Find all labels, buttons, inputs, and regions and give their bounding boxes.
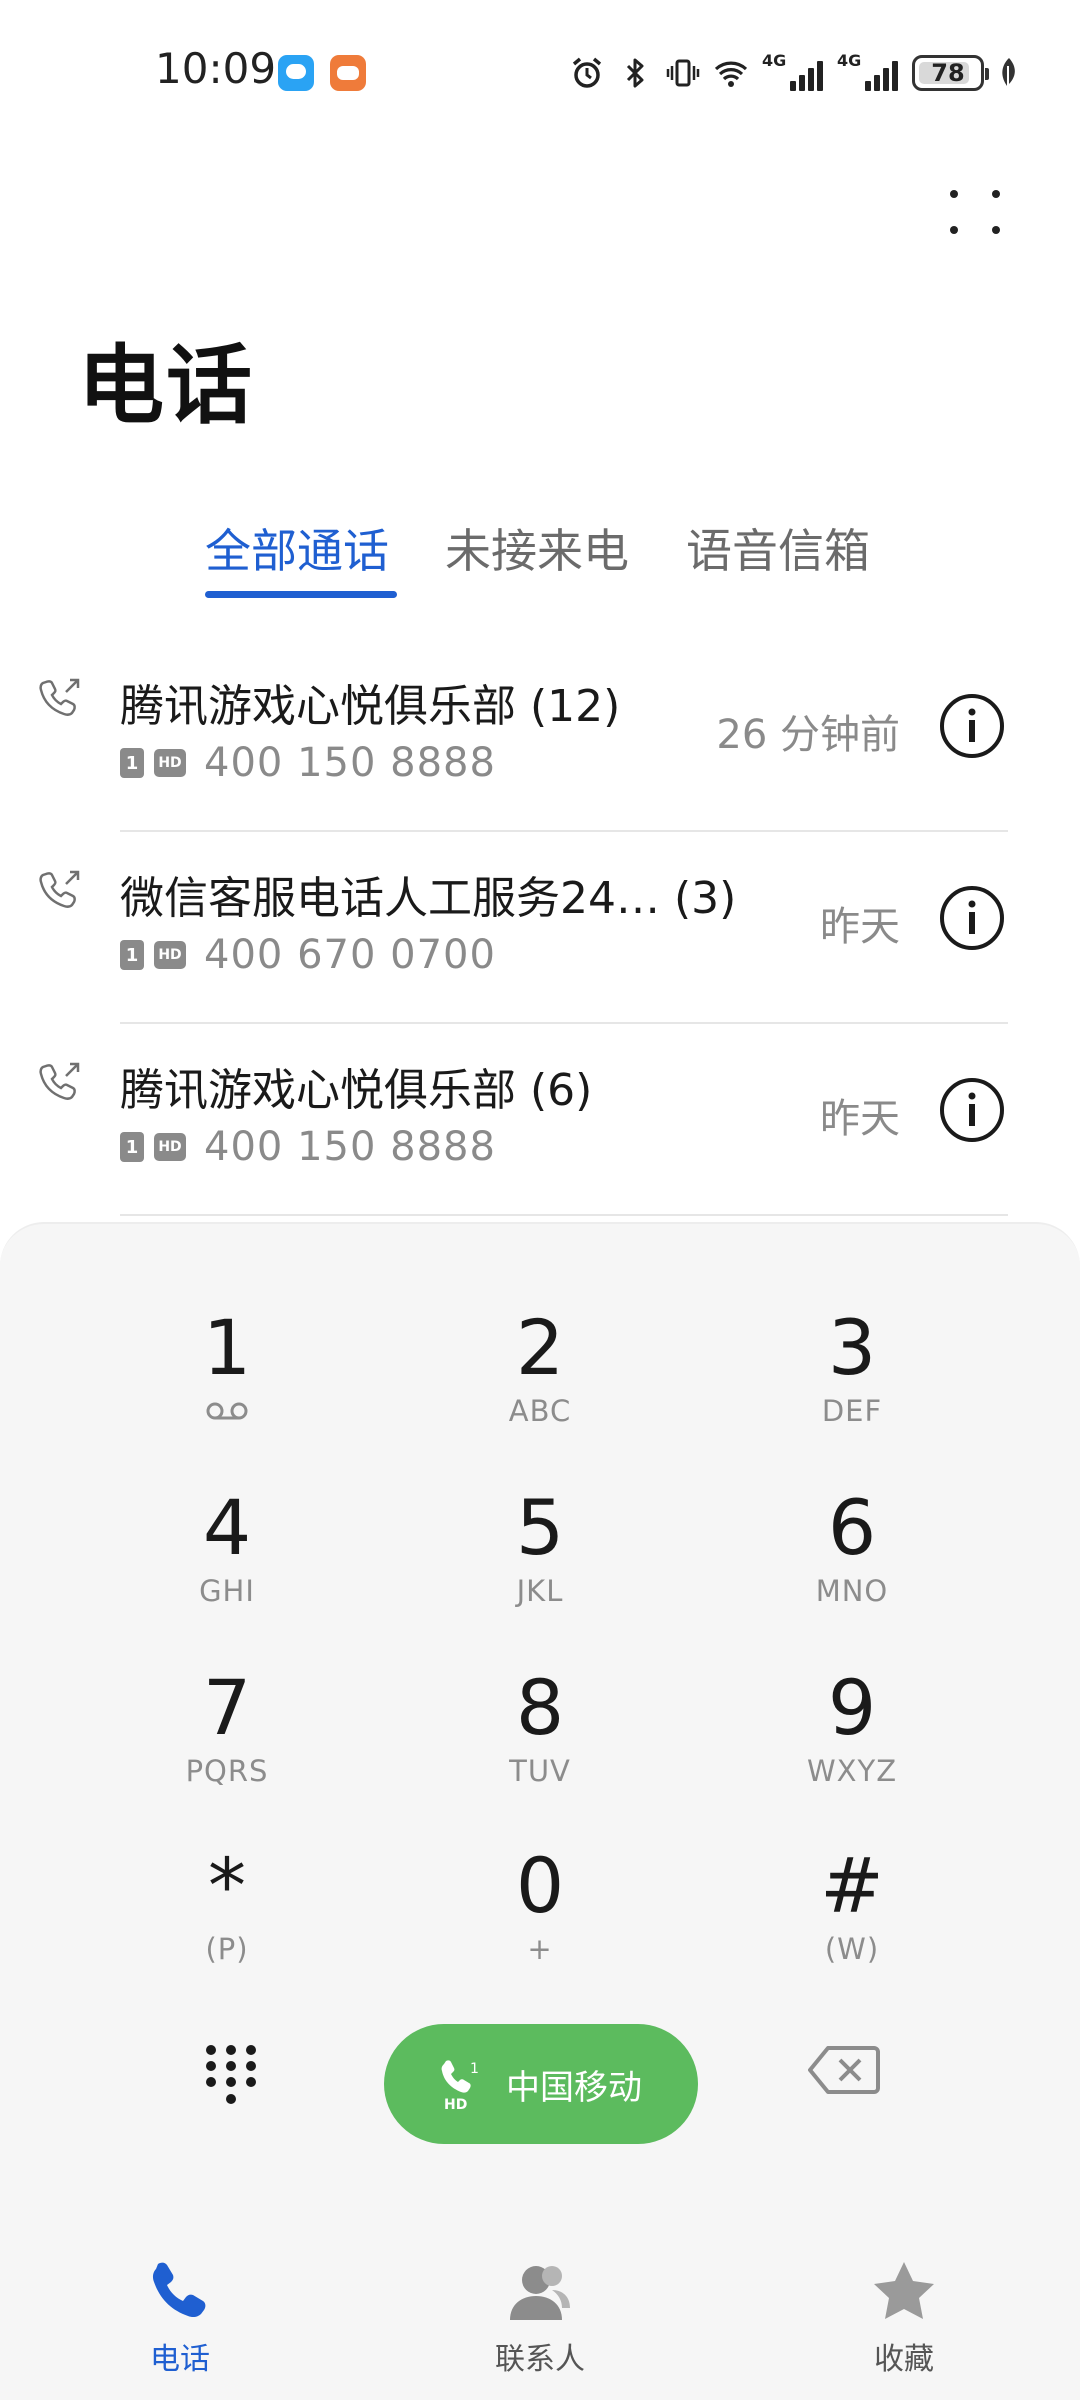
game-notification-icon bbox=[330, 55, 366, 91]
call-log-item[interactable]: 腾讯游戏心悦俱乐部 (6) 1 HD 400 150 8888 昨天 bbox=[0, 1024, 1080, 1216]
info-icon[interactable] bbox=[938, 1076, 1006, 1144]
call-details: 1 HD 400 150 8888 bbox=[120, 1124, 496, 1170]
nav-contacts[interactable]: 联系人 bbox=[440, 2258, 640, 2378]
status-time: 10:09 bbox=[155, 44, 277, 93]
info-icon[interactable] bbox=[938, 884, 1006, 952]
caller-name: 腾讯游戏心悦俱乐部 (6) bbox=[120, 1065, 593, 1116]
dialpad-toggle-icon[interactable] bbox=[196, 2040, 266, 2110]
caller-number: 400 150 8888 bbox=[204, 740, 496, 786]
dial-key-5[interactable]: 5 JKL bbox=[410, 1482, 670, 1642]
call-time: 26 分钟前 bbox=[716, 712, 900, 758]
call-time: 昨天 bbox=[820, 1096, 900, 1142]
power-saving-leaf-icon bbox=[1002, 58, 1015, 88]
hd-voice-icon: HD bbox=[154, 1133, 186, 1161]
call-log-item[interactable]: 腾讯游戏心悦俱乐部 (12) 1 HD 400 150 8888 26 分钟前 bbox=[0, 640, 1080, 832]
dial-key-3[interactable]: 3 DEF bbox=[722, 1302, 982, 1462]
sim-card-icon: 1 bbox=[120, 748, 144, 778]
dial-key-7[interactable]: 7 PQRS bbox=[97, 1662, 357, 1822]
phone-app-screen: 10:09 4G 4G 78 电话 全部通话 未接来电 语音信箱 腾讯游戏心悦俱… bbox=[0, 0, 1080, 2400]
call-button-label: 中国移动 bbox=[506, 2067, 642, 2108]
call-details: 1 HD 400 670 0700 bbox=[120, 932, 496, 978]
more-dots-icon[interactable] bbox=[940, 180, 1010, 250]
caller-name: 微信客服电话人工服务24… (3) bbox=[120, 873, 737, 924]
tab-missed-calls[interactable]: 未接来电 bbox=[445, 515, 629, 581]
dialpad: 1 2 ABC 3 DEF 4 GHI 5 JKL 6 MNO 7 PQRS 8 bbox=[0, 1222, 1080, 2232]
call-filter-tabs: 全部通话 未接来电 语音信箱 bbox=[0, 515, 1080, 605]
caller-number: 400 670 0700 bbox=[204, 932, 496, 978]
backspace-icon[interactable] bbox=[808, 2044, 880, 2096]
star-icon bbox=[874, 2262, 934, 2319]
row-divider bbox=[120, 1214, 1008, 1216]
chat-notification-icon bbox=[278, 55, 314, 91]
dial-key-6[interactable]: 6 MNO bbox=[722, 1482, 982, 1642]
call-details: 1 HD 400 150 8888 bbox=[120, 740, 496, 786]
outgoing-call-icon bbox=[39, 1062, 80, 1100]
call-log-item[interactable]: 微信客服电话人工服务24… (3) 1 HD 400 670 0700 昨天 bbox=[0, 832, 1080, 1024]
active-tab-indicator bbox=[205, 591, 397, 598]
battery-icon: 78 bbox=[912, 55, 989, 91]
outgoing-call-icon bbox=[39, 870, 80, 908]
dial-key-star[interactable]: * (P) bbox=[97, 1840, 357, 2000]
tab-voicemail[interactable]: 语音信箱 bbox=[686, 515, 870, 581]
call-time: 昨天 bbox=[820, 904, 900, 950]
hd-voice-icon: HD bbox=[154, 941, 186, 969]
signal-sim1-icon: 4G bbox=[762, 51, 823, 91]
dial-key-0[interactable]: 0 + bbox=[410, 1840, 670, 2000]
dial-key-2[interactable]: 2 ABC bbox=[410, 1302, 670, 1462]
vibrate-icon bbox=[666, 54, 700, 92]
sim-card-icon: 1 bbox=[120, 1132, 144, 1162]
signal-sim2-icon: 4G bbox=[837, 51, 898, 91]
svg-text:1: 1 bbox=[470, 2061, 479, 2077]
nav-phone[interactable]: 电话 bbox=[80, 2258, 280, 2378]
phone-icon bbox=[152, 2262, 206, 2318]
sim-card-icon: 1 bbox=[120, 940, 144, 970]
outgoing-call-icon bbox=[39, 678, 80, 716]
svg-text:HD: HD bbox=[444, 2097, 467, 2111]
dial-key-hash[interactable]: # (W) bbox=[722, 1840, 982, 2000]
hd-call-icon: 1 HD bbox=[441, 2060, 479, 2111]
dial-key-1[interactable]: 1 bbox=[97, 1302, 357, 1462]
bluetooth-icon bbox=[618, 54, 652, 92]
nav-favorites[interactable]: 收藏 bbox=[804, 2258, 1004, 2378]
voicemail-icon bbox=[206, 1402, 248, 1420]
wifi-icon bbox=[714, 54, 748, 92]
status-bar: 10:09 4G 4G 78 bbox=[0, 0, 1080, 140]
alarm-icon bbox=[570, 54, 604, 92]
info-icon[interactable] bbox=[938, 692, 1006, 760]
status-icons: 4G 4G 78 bbox=[570, 48, 1020, 98]
tab-all-calls[interactable]: 全部通话 bbox=[205, 515, 389, 581]
caller-name: 腾讯游戏心悦俱乐部 (12) bbox=[120, 681, 621, 732]
dial-key-4[interactable]: 4 GHI bbox=[97, 1482, 357, 1642]
contacts-icon bbox=[510, 2266, 570, 2320]
call-button[interactable]: 1 HD 中国移动 bbox=[384, 2024, 698, 2144]
bottom-navigation: 电话 联系人 收藏 bbox=[0, 2232, 1080, 2400]
hd-voice-icon: HD bbox=[154, 749, 186, 777]
caller-number: 400 150 8888 bbox=[204, 1124, 496, 1170]
dial-key-8[interactable]: 8 TUV bbox=[410, 1662, 670, 1822]
dial-key-9[interactable]: 9 WXYZ bbox=[722, 1662, 982, 1822]
page-title: 电话 bbox=[78, 336, 254, 436]
